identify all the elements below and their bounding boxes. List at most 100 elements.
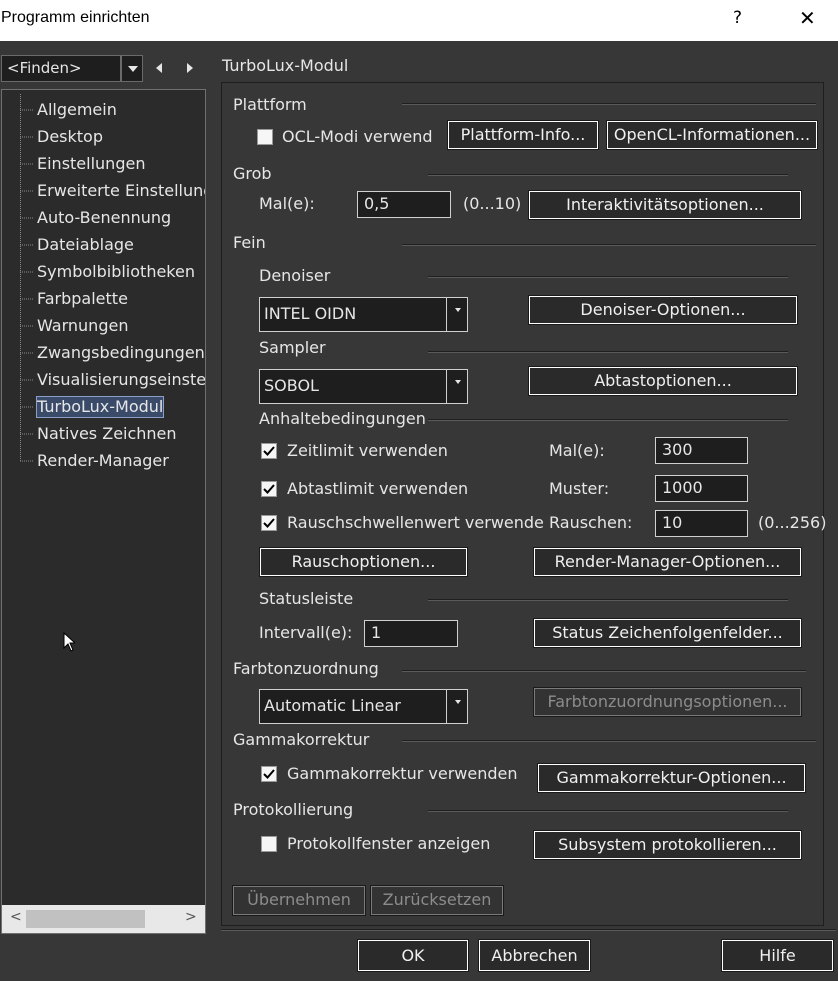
scroll-thumb[interactable] <box>26 910 145 928</box>
divider <box>428 174 788 176</box>
tree-item-dateiablage[interactable]: Dateiablage <box>37 235 134 255</box>
scroll-right-icon[interactable]: > <box>185 909 197 925</box>
chevron-down-icon <box>455 380 461 384</box>
denoiser-select[interactable]: INTEL OIDN <box>259 297 468 332</box>
rauschen-label: Rauschen: <box>549 513 633 532</box>
ok-button[interactable]: OK <box>357 939 469 972</box>
intervall-label: Intervall(e): <box>259 623 353 642</box>
divider <box>428 419 788 421</box>
interaktivitaet-button[interactable]: Interaktivitätsoptionen... <box>528 190 802 220</box>
reset-button[interactable]: Zurücksetzen <box>370 885 504 916</box>
ocl-label: OCL-Modi verwend <box>282 127 433 146</box>
gamma-options-button[interactable]: Gammakorrektur-Optionen... <box>537 763 806 793</box>
abtastlimit-checkbox[interactable] <box>261 481 277 497</box>
tree-item-einstellungen[interactable]: Einstellungen <box>37 154 145 174</box>
rauschen-input[interactable]: 10 <box>655 510 748 537</box>
finder-dropdown-button[interactable] <box>121 55 143 82</box>
arrow-right-icon <box>187 63 193 73</box>
rauschschwelle-checkbox[interactable] <box>261 515 277 531</box>
divider <box>402 670 806 672</box>
plattform-info-button[interactable]: Plattform-Info... <box>447 120 599 150</box>
apply-button[interactable]: Übernehmen <box>232 885 366 916</box>
sampler-select[interactable]: SOBOL <box>259 369 468 404</box>
tree-item-natives-zeichnen[interactable]: Natives Zeichnen <box>37 424 177 444</box>
fein-heading: Fein <box>233 233 266 252</box>
tree-connector-lines <box>20 94 34 462</box>
chevron-down-icon <box>455 308 461 312</box>
farbton-select[interactable]: Automatic Linear <box>259 689 468 724</box>
divider <box>402 740 816 742</box>
divider <box>402 244 816 246</box>
rauschen-range-label: (0...256) <box>758 513 827 532</box>
intervall-input[interactable]: 1 <box>364 620 458 647</box>
rausch-options-button[interactable]: Rauschoptionen... <box>259 547 468 577</box>
panel-title: TurboLux-Modul <box>222 56 349 75</box>
tree-item-visualisierung[interactable]: Visualisierungseinste <box>37 370 205 390</box>
close-icon[interactable]: ✕ <box>799 6 816 30</box>
denoiser-value: INTEL OIDN <box>264 304 357 323</box>
anhalte-heading: Anhaltebedingungen <box>259 409 426 428</box>
chevron-down-icon <box>455 700 461 704</box>
finder-combo[interactable]: <Finden> <box>1 55 121 82</box>
checkmark-icon <box>263 518 275 528</box>
tree-item-symbolbibliotheken[interactable]: Symbolbibliotheken <box>37 262 195 282</box>
divider <box>428 276 788 278</box>
status-fields-button[interactable]: Status Zeichenfolgenfelder... <box>533 618 802 648</box>
farbton-value: Automatic Linear <box>264 696 401 715</box>
tree-item-erweiterte[interactable]: Erweiterte Einstellung <box>37 181 205 201</box>
muster-label: Muster: <box>549 479 610 498</box>
subsystem-log-button[interactable]: Subsystem protokollieren... <box>533 830 802 860</box>
denoiser-options-button[interactable]: Denoiser-Optionen... <box>528 295 798 325</box>
farbton-dropdown-button[interactable] <box>446 689 468 724</box>
scroll-left-icon[interactable]: < <box>10 909 22 925</box>
muster-input[interactable]: 1000 <box>655 475 748 502</box>
proto-heading: Protokollierung <box>233 800 354 819</box>
proto-label: Protokollfenster anzeigen <box>287 834 491 853</box>
help-button[interactable]: Hilfe <box>721 939 834 972</box>
tree-item-turbolux[interactable]: TurboLux-Modul <box>35 396 165 418</box>
abtast-options-button[interactable]: Abtastoptionen... <box>528 366 798 396</box>
chevron-down-icon <box>128 66 138 72</box>
zeitlimit-label: Zeitlimit verwenden <box>287 441 448 460</box>
zeitlimit-checkbox[interactable] <box>261 443 277 459</box>
gamma-label: Gammakorrektur verwenden <box>287 764 518 783</box>
checkmark-icon <box>263 484 275 494</box>
proto-checkbox[interactable] <box>261 836 277 852</box>
ocl-checkbox[interactable] <box>257 129 273 145</box>
tree-item-zwangsbedingungen[interactable]: Zwangsbedingungen <box>37 343 205 363</box>
sampler-dropdown-button[interactable] <box>446 369 468 404</box>
title-bar: Programm einrichten ? ✕ <box>0 0 838 41</box>
sampler-value: SOBOL <box>264 376 319 395</box>
help-icon[interactable]: ? <box>733 8 742 28</box>
rauschschwelle-label: Rauschschwellenwert verwende <box>287 513 544 532</box>
cancel-button[interactable]: Abbrechen <box>478 939 591 972</box>
farbton-options-button[interactable]: Farbtonzuordnungsoptionen... <box>533 687 802 717</box>
gamma-checkbox[interactable] <box>261 766 277 782</box>
denoiser-dropdown-button[interactable] <box>446 297 468 332</box>
zeit-male-input[interactable]: 300 <box>655 437 748 464</box>
statusleiste-heading: Statusleiste <box>259 589 354 608</box>
opencl-info-button[interactable]: OpenCL-Informationen... <box>606 120 818 150</box>
farbton-heading: Farbtonzuordnung <box>233 659 379 678</box>
tree-horizontal-scrollbar[interactable]: < > <box>2 905 205 933</box>
grob-mal-input[interactable]: 0,5 <box>357 191 451 218</box>
zeit-male-label: Mal(e): <box>549 441 605 460</box>
mouse-cursor-icon <box>63 632 75 652</box>
tree-item-farbpalette[interactable]: Farbpalette <box>37 289 128 309</box>
tree-item-warnungen[interactable]: Warnungen <box>37 316 128 336</box>
nav-forward-button[interactable] <box>177 55 205 82</box>
tree-item-allgemein[interactable]: Allgemein <box>37 100 117 120</box>
settings-tree[interactable]: Allgemein Desktop Einstellungen Erweiter… <box>1 89 206 934</box>
sampler-heading: Sampler <box>259 338 326 357</box>
tree-item-auto-benennung[interactable]: Auto-Benennung <box>37 208 171 228</box>
tree-item-render-manager[interactable]: Render-Manager <box>37 451 169 471</box>
footer-divider <box>221 929 836 931</box>
render-manager-options-button[interactable]: Render-Manager-Optionen... <box>533 547 802 577</box>
denoiser-heading: Denoiser <box>259 266 331 285</box>
tree-item-desktop[interactable]: Desktop <box>37 127 103 147</box>
checkmark-icon <box>263 769 275 779</box>
nav-back-button[interactable] <box>146 55 174 82</box>
divider <box>428 599 788 601</box>
divider <box>428 810 788 812</box>
arrow-left-icon <box>156 63 162 73</box>
